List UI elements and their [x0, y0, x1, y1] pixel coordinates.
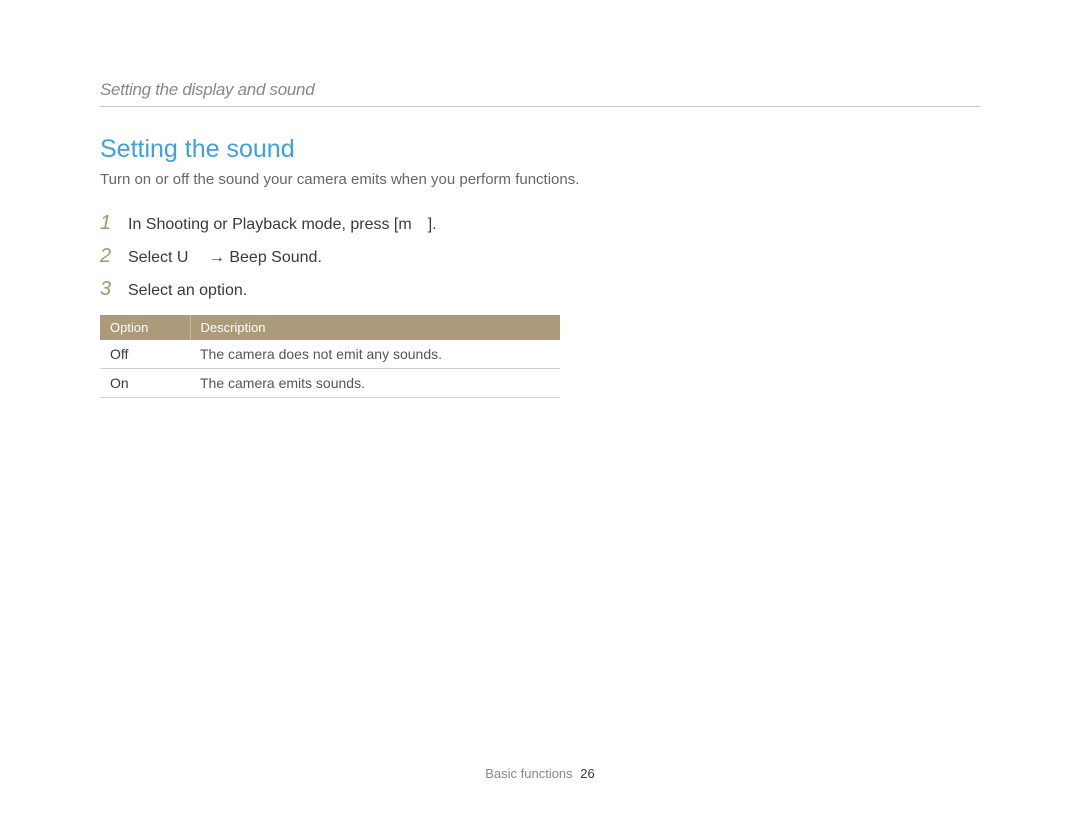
th-option: Option [100, 315, 190, 340]
section-title: Setting the sound [100, 135, 980, 164]
th-description: Description [190, 315, 560, 340]
breadcrumb: Setting the display and sound [100, 80, 980, 107]
cell-option: On [100, 369, 190, 398]
cell-option: Off [100, 340, 190, 369]
footer-section: Basic functions [485, 766, 572, 781]
table-row: Off The camera does not emit any sounds. [100, 340, 560, 369]
step-number: 3 [100, 278, 114, 301]
step-text: Select U → Beep Sound. [128, 249, 322, 267]
table-row: On The camera emits sounds. [100, 369, 560, 398]
step-number: 2 [100, 245, 114, 268]
step-item: 3 Select an option. [100, 278, 580, 301]
step-number: 1 [100, 212, 114, 235]
footer-page-number: 26 [580, 766, 594, 781]
step-item: 2 Select U → Beep Sound. [100, 245, 580, 268]
steps-list: 1 In Shooting or Playback mode, press [m… [100, 212, 580, 301]
table-header-row: Option Description [100, 315, 560, 340]
options-table: Option Description Off The camera does n… [100, 315, 560, 398]
page-footer: Basic functions 26 [0, 766, 1080, 781]
step-item: 1 In Shooting or Playback mode, press [m… [100, 212, 580, 235]
cell-description: The camera emits sounds. [190, 369, 560, 398]
intro-text: Turn on or off the sound your camera emi… [100, 170, 580, 190]
step-text: In Shooting or Playback mode, press [m ]… [128, 216, 437, 234]
cell-description: The camera does not emit any sounds. [190, 340, 560, 369]
manual-page: Setting the display and sound Setting th… [0, 0, 1080, 398]
step-text: Select an option. [128, 282, 247, 300]
